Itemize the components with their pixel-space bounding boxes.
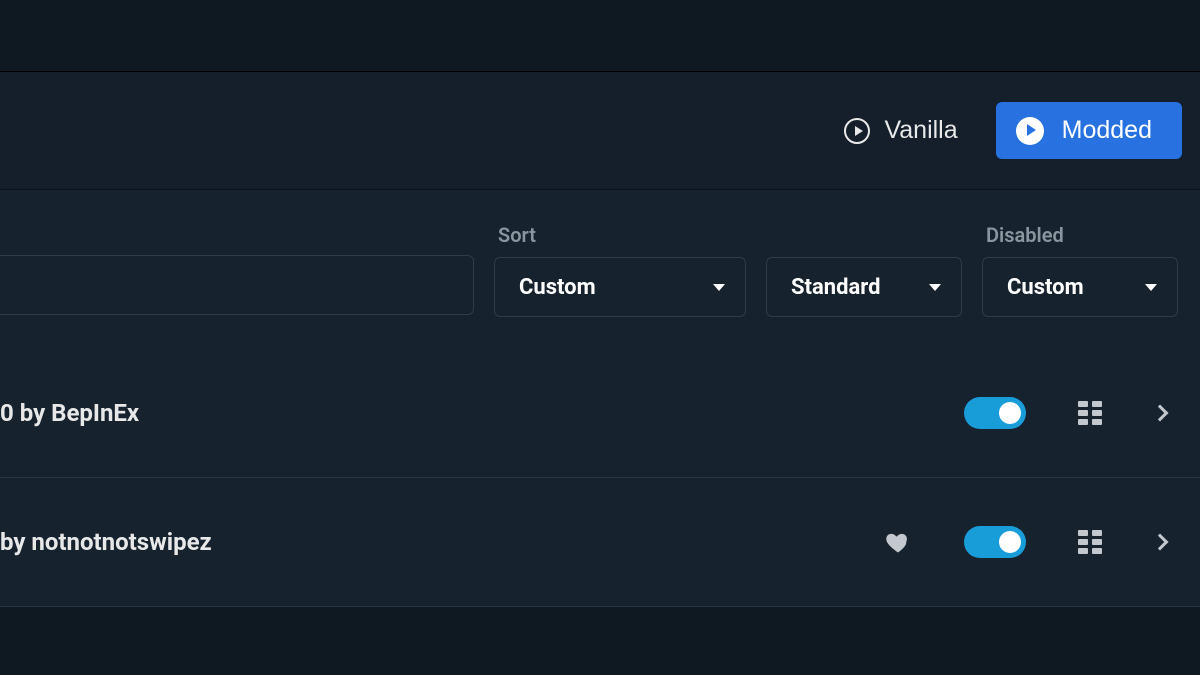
view-label-spacer (766, 220, 962, 247)
vanilla-label: Vanilla (884, 116, 957, 145)
enable-toggle[interactable] (964, 526, 1026, 558)
disabled-select[interactable]: Custom (982, 257, 1178, 317)
grid-icon[interactable] (1078, 401, 1102, 425)
play-outline-icon (844, 118, 870, 144)
chevron-down-icon (713, 284, 725, 291)
sort-label: Sort (494, 223, 746, 247)
sort-select[interactable]: Custom (494, 257, 746, 317)
mod-title: 0 by BepInEx (0, 399, 964, 427)
mod-actions (964, 397, 1166, 429)
sort-value: Custom (519, 275, 596, 300)
play-solid-icon (1016, 117, 1044, 145)
launch-modded-button[interactable]: Modded (996, 102, 1182, 159)
mod-row: 0 by BepInEx (0, 349, 1200, 478)
enable-toggle[interactable] (964, 397, 1026, 429)
sort-filter: Sort Custom (494, 223, 746, 317)
mod-actions (884, 526, 1166, 558)
heart-icon[interactable] (884, 528, 912, 556)
disabled-value: Custom (1007, 275, 1084, 300)
chevron-right-icon[interactable] (1152, 405, 1169, 422)
chevron-down-icon (1145, 284, 1157, 291)
disabled-label: Disabled (982, 223, 1178, 247)
top-spacer (0, 0, 1200, 72)
mod-title: by notnotnotswipez (0, 528, 884, 556)
grid-icon[interactable] (1078, 530, 1102, 554)
view-filter: Standard (766, 220, 962, 317)
chevron-right-icon[interactable] (1152, 534, 1169, 551)
search-input[interactable] (0, 255, 474, 315)
launch-bar: Vanilla Modded (0, 72, 1200, 190)
modded-label: Modded (1062, 116, 1152, 145)
chevron-down-icon (929, 284, 941, 291)
view-value: Standard (791, 275, 881, 300)
mod-row: by notnotnotswipez (0, 478, 1200, 607)
disabled-filter: Disabled Custom (982, 223, 1178, 317)
filter-row: Sort Custom Standard Disabled Custom (0, 190, 1200, 349)
view-select[interactable]: Standard (766, 257, 962, 317)
mod-list: 0 by BepInEx by notnotnotswipez (0, 349, 1200, 607)
launch-vanilla-button[interactable]: Vanilla (844, 116, 957, 145)
